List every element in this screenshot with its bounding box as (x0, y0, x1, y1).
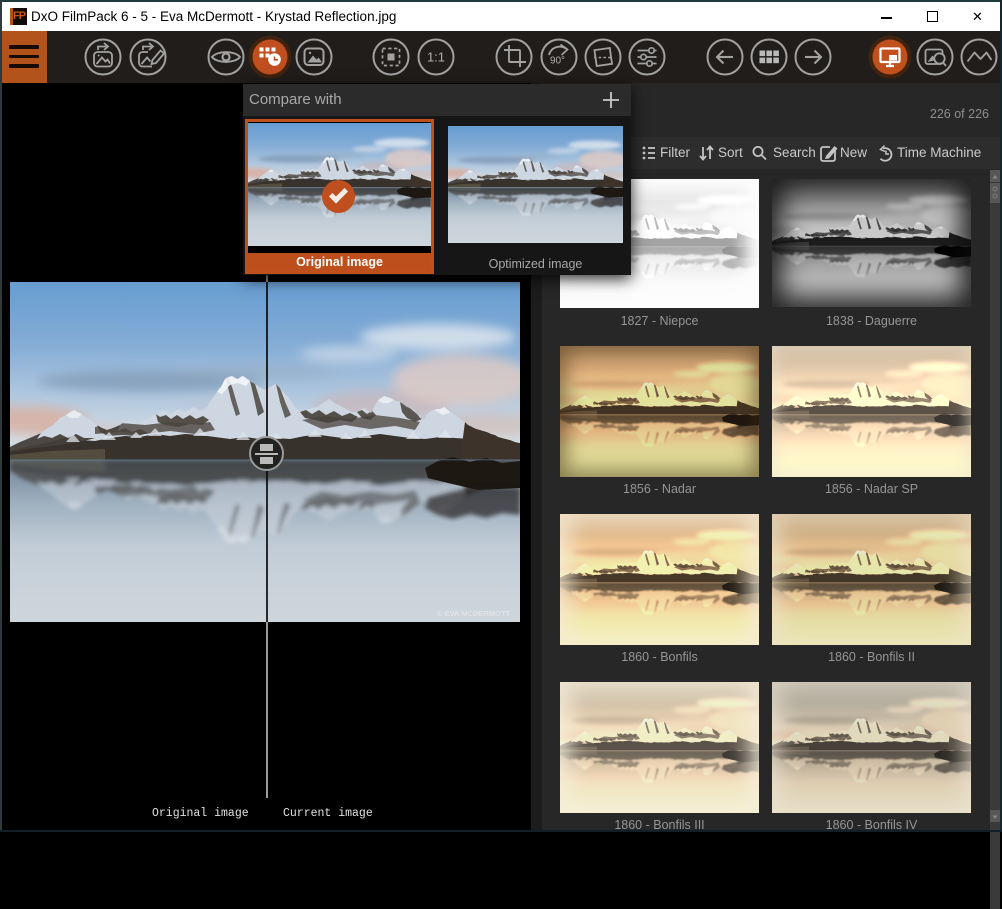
svg-text:© EVA MCDERMOTT: © EVA MCDERMOTT (437, 609, 510, 618)
svg-text:1:1: 1:1 (427, 50, 445, 65)
svg-text:90°: 90° (550, 56, 565, 67)
